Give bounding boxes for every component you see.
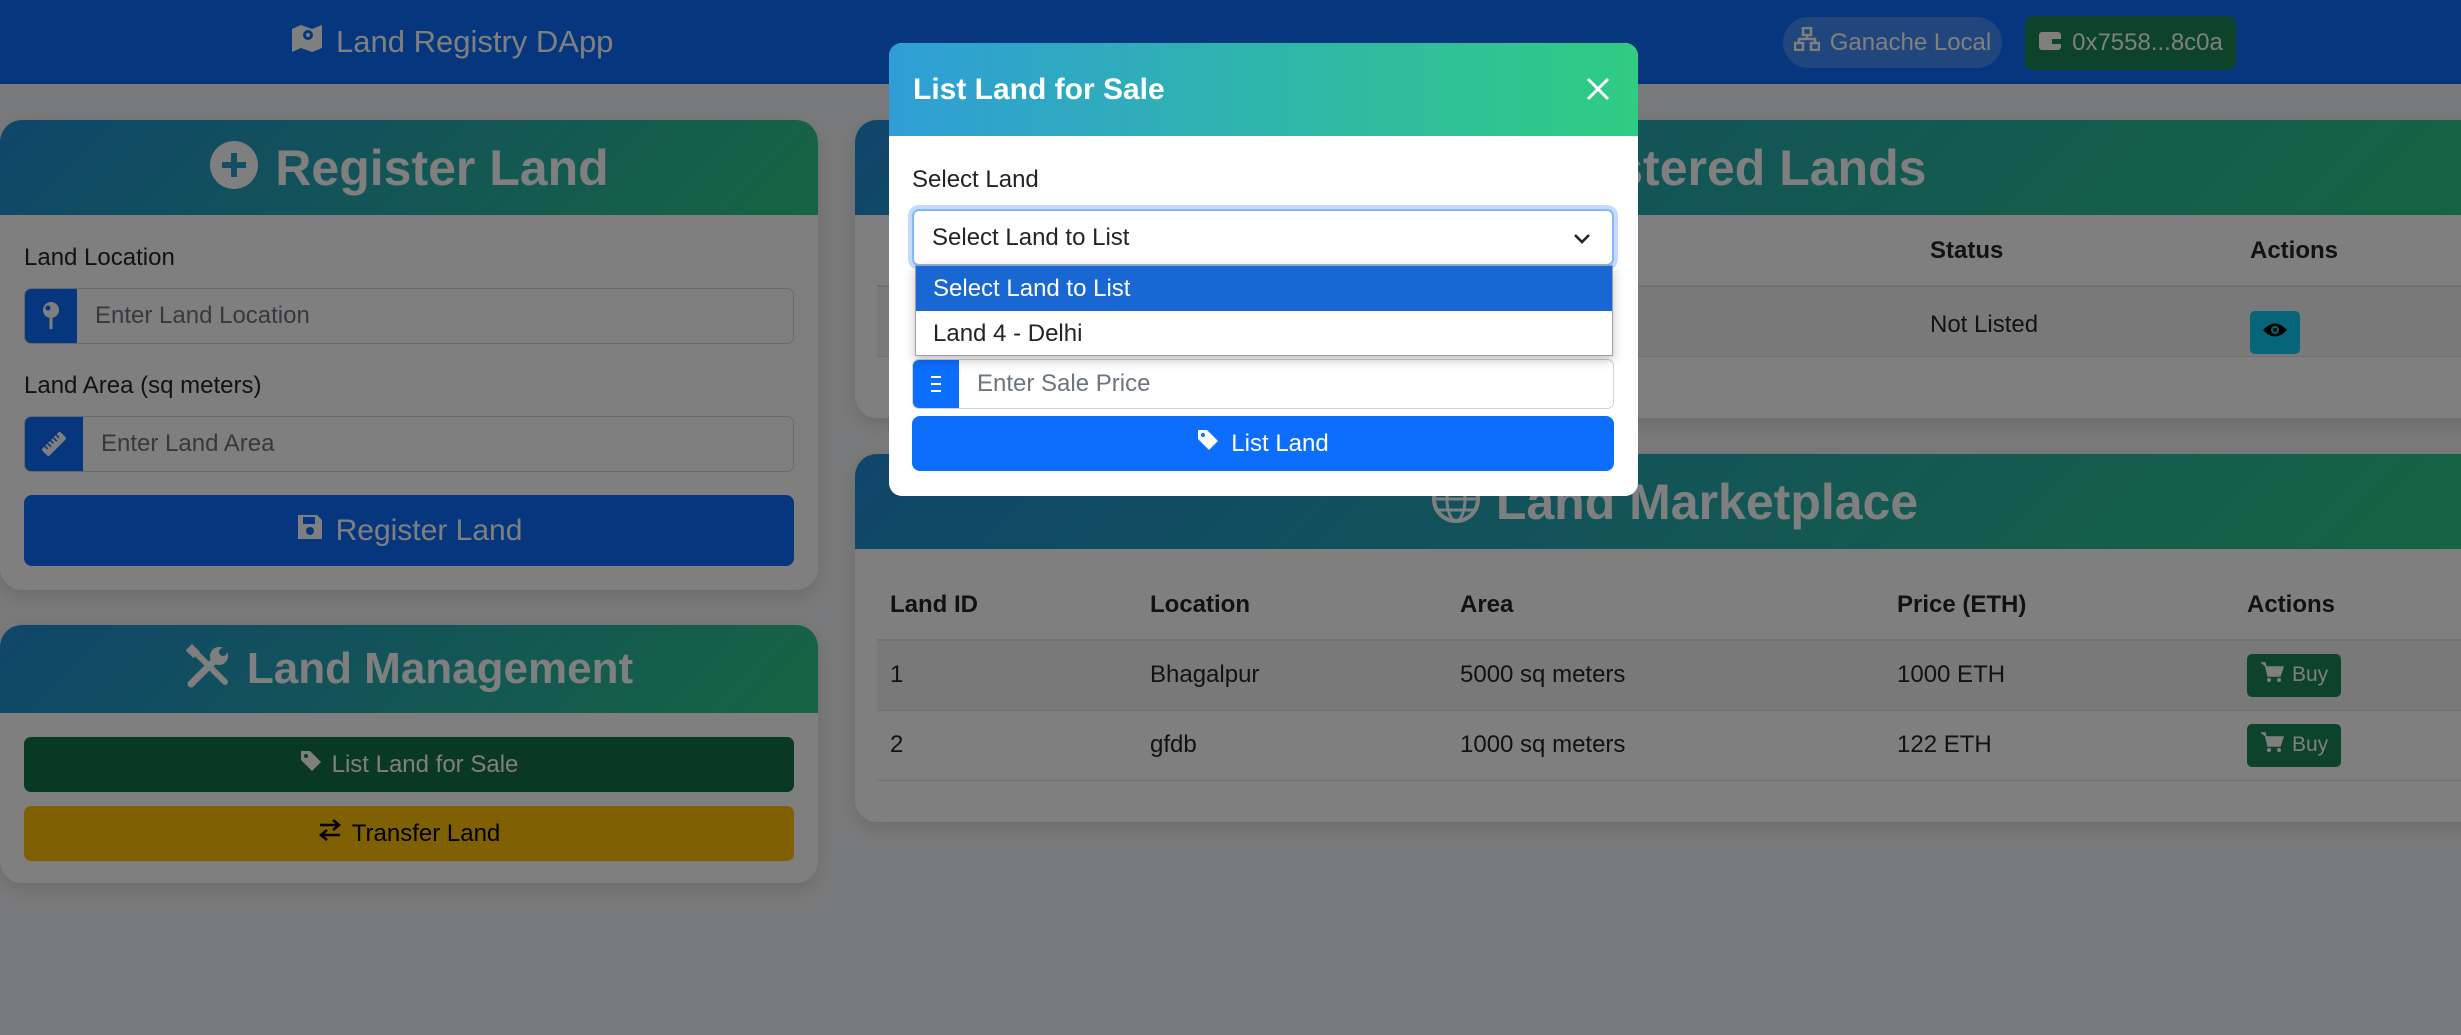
list-land-modal: List Land for Sale Select Land Select La… — [889, 43, 1638, 496]
dropdown-option[interactable]: Land 4 - Delhi — [916, 311, 1612, 356]
select-land-label: Select Land — [912, 166, 1039, 193]
select-land-options: Select Land to List Land 4 - Delhi — [915, 265, 1613, 356]
sale-price-input[interactable] — [959, 360, 1613, 408]
list-land-button[interactable]: List Land — [912, 416, 1614, 471]
tag-icon — [1197, 429, 1219, 458]
modal-title: List Land for Sale — [913, 72, 1165, 106]
ethereum-icon — [913, 360, 959, 408]
sale-price-group — [912, 359, 1614, 409]
select-land-value: Select Land to List — [932, 223, 1130, 251]
modal-header: List Land for Sale — [889, 43, 1638, 136]
list-land-button-label: List Land — [1231, 429, 1329, 457]
dropdown-option[interactable]: Select Land to List — [916, 266, 1612, 311]
chevron-down-icon — [1572, 227, 1592, 255]
select-land-dropdown[interactable]: Select Land to List — [912, 209, 1614, 266]
close-icon[interactable] — [1578, 69, 1618, 109]
